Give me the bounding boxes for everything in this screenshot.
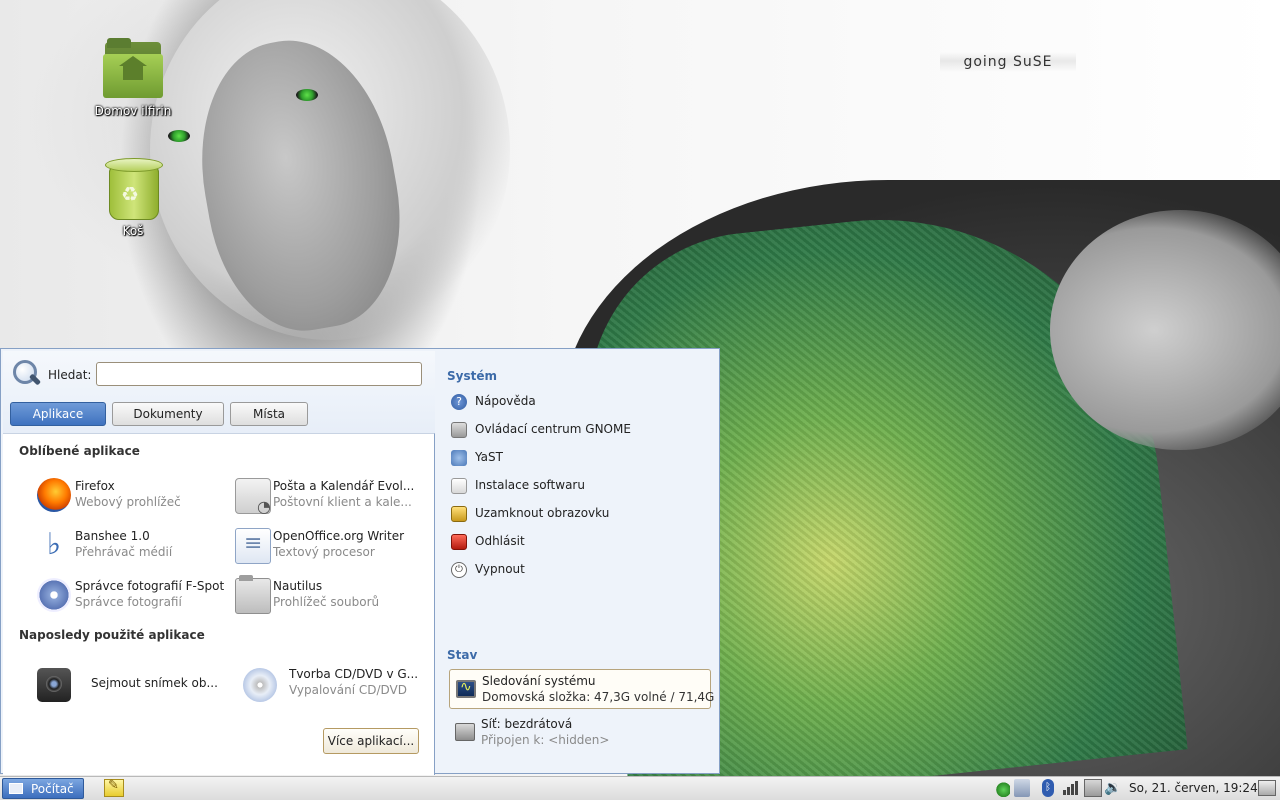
bottom-panel: Počítač ᛒ 🔉 So, 21. červen, 19:24 — [0, 776, 1280, 800]
favorite-app-banshee[interactable]: ♭ Banshee 1.0 Přehrávač médií — [37, 526, 227, 566]
system-item-label: Vypnout — [475, 562, 525, 576]
system-item-label: YaST — [475, 450, 503, 464]
desktop-icon-label: Koš — [122, 224, 144, 238]
writer-icon — [235, 528, 271, 564]
system-item-yast[interactable]: YaST — [451, 447, 711, 469]
f-spot-icon — [37, 578, 71, 612]
menu-right-pane: Systém ? Nápověda Ovládací centrum GNOME… — [437, 351, 719, 771]
system-item-logout[interactable]: Odhlásit — [451, 531, 711, 553]
system-item-shutdown[interactable]: ⏻ Vypnout — [451, 559, 711, 581]
menu-left-pane: Hledat: Aplikace Dokumenty Místa Oblíben… — [3, 351, 435, 775]
app-name: Firefox — [75, 479, 115, 493]
app-name: Nautilus — [273, 579, 323, 593]
app-name: Sejmout snímek ob... — [91, 676, 218, 690]
favorites-heading: Oblíbené aplikace — [19, 444, 140, 458]
desktop-icon-trash[interactable]: ♻ Koš — [93, 156, 173, 238]
camera-icon — [37, 668, 71, 702]
yast-icon — [451, 450, 467, 466]
notes-icon[interactable] — [104, 778, 124, 797]
connection-icon[interactable] — [1014, 779, 1030, 797]
system-item-install-software[interactable]: Instalace softwaru — [451, 475, 711, 497]
system-item-label: Uzamknout obrazovku — [475, 506, 610, 520]
status-heading: Stav — [447, 648, 478, 662]
status-detail: Domovská složka: 47,3G volné / 71,4G — [482, 690, 715, 704]
app-description: Prohlížeč souborů — [273, 595, 380, 609]
system-item-lock-screen[interactable]: Uzamknout obrazovku — [451, 503, 711, 525]
evolution-mail-icon — [235, 478, 271, 516]
app-description: Vypalování CD/DVD — [289, 683, 407, 697]
app-name: Banshee 1.0 — [75, 529, 150, 543]
desktop-icon-label: Domov ilfirin — [94, 104, 172, 118]
system-item-label: Instalace softwaru — [475, 478, 585, 492]
app-description: Přehrávač médií — [75, 545, 173, 559]
clock[interactable]: So, 21. červen, 19:24 — [1129, 781, 1258, 795]
control-center-icon — [451, 422, 467, 438]
help-icon: ? — [451, 394, 467, 410]
system-item-control-center[interactable]: Ovládací centrum GNOME — [451, 419, 711, 441]
system-heading: Systém — [447, 369, 497, 383]
bluetooth-icon[interactable]: ᛒ — [1042, 779, 1054, 797]
favorite-app-firefox[interactable]: Firefox Webový prohlížeč — [37, 476, 227, 516]
app-name: Tvorba CD/DVD v G... — [289, 667, 419, 681]
recent-app-screenshot[interactable]: Sejmout snímek ob... — [37, 664, 237, 704]
nautilus-icon — [235, 575, 271, 614]
wallpaper-eye-left — [168, 130, 190, 142]
computer-menu-button[interactable]: Počítač — [2, 778, 84, 799]
status-title: Sledování systému — [482, 674, 596, 688]
app-description: Textový procesor — [273, 545, 375, 559]
signal-strength-icon[interactable] — [1062, 779, 1080, 797]
app-name: OpenOffice.org Writer — [273, 529, 405, 543]
app-description: Poštovní klient a kale... — [273, 495, 412, 509]
lock-screen-icon — [451, 506, 467, 522]
computer-icon — [9, 783, 23, 794]
more-applications-button[interactable]: Více aplikací... — [323, 728, 419, 754]
favorite-app-evolution[interactable]: Pošta a Kalendář Evol... Poštovní klient… — [235, 476, 425, 516]
banshee-icon: ♭ — [46, 527, 62, 562]
app-name: Pošta a Kalendář Evol... — [273, 479, 415, 493]
shutdown-icon: ⏻ — [451, 562, 467, 578]
app-name: Správce fotografií F-Spot — [75, 579, 225, 593]
recent-app-cd-burner[interactable]: Tvorba CD/DVD v G... Vypalování CD/DVD — [243, 664, 433, 704]
logout-icon — [451, 534, 467, 550]
tab-places[interactable]: Místa — [230, 402, 308, 426]
system-item-label: Odhlásit — [475, 534, 525, 548]
status-network[interactable]: Síť: bezdrátová Připojen k: <hidden> — [449, 713, 711, 753]
firefox-icon — [37, 478, 71, 512]
install-software-icon — [451, 478, 467, 494]
app-description: Webový prohlížeč — [75, 495, 181, 509]
system-item-label: Ovládací centrum GNOME — [475, 422, 631, 436]
system-item-label: Nápověda — [475, 394, 536, 408]
brand-text: going SuSE — [940, 52, 1076, 72]
favorite-app-f-spot[interactable]: Správce fotografií F-Spot Správce fotogr… — [37, 576, 227, 616]
system-item-help[interactable]: ? Nápověda — [451, 391, 711, 413]
desktop-icon-home[interactable]: Domov ilfirin — [93, 36, 173, 118]
applications-panel: Oblíbené aplikace Firefox Webový prohlíž… — [3, 433, 435, 775]
network-status-icon[interactable] — [994, 779, 1010, 797]
status-detail: Připojen k: <hidden> — [481, 733, 610, 747]
trash-icon: ♻ — [101, 156, 165, 220]
favorite-app-nautilus[interactable]: Nautilus Prohlížeč souborů — [235, 575, 425, 616]
favorite-app-writer[interactable]: OpenOffice.org Writer Textový procesor — [235, 526, 425, 566]
status-system-monitor[interactable]: Sledování systému Domovská složka: 47,3G… — [449, 669, 715, 709]
volume-icon[interactable]: 🔉 — [1104, 779, 1124, 797]
tab-documents[interactable]: Dokumenty — [112, 402, 224, 426]
system-monitor-icon — [456, 679, 476, 698]
search-input[interactable] — [96, 362, 422, 386]
search-label: Hledat: — [48, 368, 92, 382]
home-folder-icon — [101, 36, 165, 100]
show-desktop-icon[interactable] — [1258, 780, 1276, 796]
computer-menu-label: Počítač — [31, 782, 74, 796]
wallpaper-eye-right — [296, 89, 318, 101]
search-icon — [11, 360, 42, 388]
main-menu: Hledat: Aplikace Dokumenty Místa Oblíben… — [0, 348, 720, 775]
menu-search-area: Hledat: Aplikace Dokumenty Místa — [3, 351, 435, 433]
tab-applications[interactable]: Aplikace — [10, 402, 106, 426]
battery-icon[interactable] — [1084, 779, 1102, 797]
status-title: Síť: bezdrátová — [481, 717, 573, 731]
recent-heading: Naposledy použité aplikace — [19, 628, 205, 642]
cd-burner-icon — [243, 668, 277, 702]
app-description: Správce fotografií — [75, 595, 182, 609]
network-icon — [455, 723, 475, 741]
